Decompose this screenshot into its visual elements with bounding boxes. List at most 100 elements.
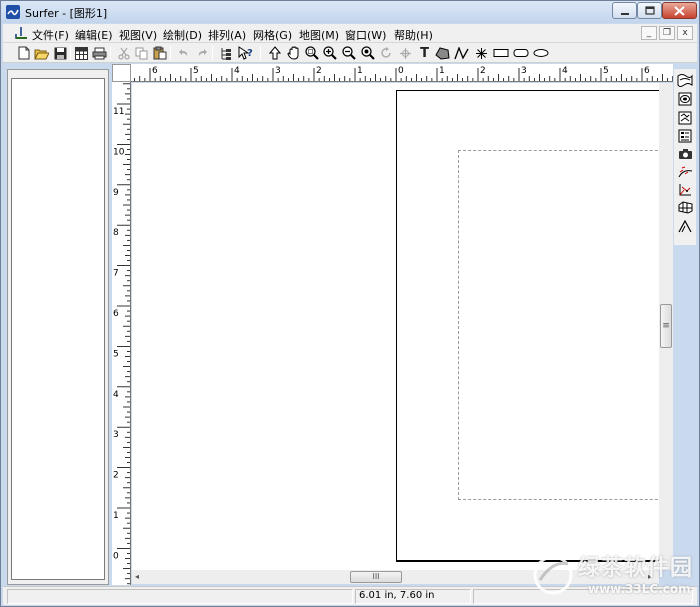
polyline-icon[interactable] xyxy=(453,45,470,61)
cut-icon[interactable] xyxy=(115,45,132,61)
menu-grid[interactable]: 网格(G) xyxy=(253,27,292,43)
document-icon[interactable] xyxy=(13,26,29,41)
mdi-minimize-button[interactable]: _ xyxy=(641,26,657,40)
zoom-out-icon[interactable] xyxy=(340,45,357,61)
object-manager-panel xyxy=(7,69,109,585)
pan-icon[interactable] xyxy=(285,45,302,61)
ruler-label: 7 xyxy=(113,269,119,279)
ruler-label: 11 xyxy=(113,107,124,117)
ruler-label: 2 xyxy=(480,66,486,76)
status-message-cell xyxy=(7,589,353,604)
print-icon[interactable] xyxy=(91,45,108,61)
horizontal-scrollbar[interactable]: ◂ III ▸ xyxy=(132,570,659,584)
base-map-icon[interactable] xyxy=(677,146,693,161)
minimize-button[interactable] xyxy=(612,2,637,19)
select-icon[interactable] xyxy=(266,45,283,61)
ruler-label: 1 xyxy=(439,66,445,76)
reshape-icon[interactable] xyxy=(397,45,414,61)
ruler-label: 6 xyxy=(152,66,158,76)
title-bar: Surfer - [图形1] xyxy=(1,1,699,23)
ruler-label: 3 xyxy=(275,66,281,76)
ruler-label: 5 xyxy=(603,66,609,76)
3d-surface-icon[interactable] xyxy=(677,182,693,197)
undo-icon[interactable] xyxy=(175,45,192,61)
shaded-relief-icon[interactable] xyxy=(677,110,693,125)
variogram-icon[interactable] xyxy=(677,218,693,233)
window-title: Surfer - [图形1] xyxy=(25,7,108,20)
menu-draw[interactable]: 绘制(D) xyxy=(163,27,202,43)
contour-map-icon[interactable] xyxy=(677,72,693,87)
vertical-scroll-thumb[interactable]: ≡ xyxy=(660,304,672,348)
scroll-right-arrow[interactable]: ▸ xyxy=(648,572,652,581)
ruler-label: 1 xyxy=(357,66,363,76)
svg-text:?: ? xyxy=(247,48,253,59)
ruler-corner xyxy=(112,64,131,82)
symbol-icon[interactable] xyxy=(473,45,490,61)
open-icon[interactable] xyxy=(33,45,50,61)
maximize-button[interactable] xyxy=(637,2,662,19)
ruler-label: 2 xyxy=(113,471,119,481)
object-manager-icon[interactable] xyxy=(218,45,235,61)
horizontal-ruler: 6 5 4 3 2 1 0 1 2 3 4 5 6 xyxy=(131,64,673,82)
polygon-icon[interactable] xyxy=(434,45,451,61)
ruler-label: 9 xyxy=(113,188,119,198)
paste-icon[interactable] xyxy=(151,45,168,61)
mdi-restore-button[interactable]: ❐ xyxy=(659,26,675,40)
ruler-label: 6 xyxy=(644,66,650,76)
ruler-label: 4 xyxy=(113,390,119,400)
mdi-close-button[interactable]: x xyxy=(677,26,693,40)
horizontal-scroll-thumb[interactable]: III xyxy=(350,571,402,583)
vertical-ruler-ticks: 11109876543210 xyxy=(113,83,130,585)
text-icon[interactable]: T xyxy=(416,45,433,61)
cursor-coordinates: 6.01 in, 7.60 in xyxy=(359,590,435,601)
status-bar: 6.01 in, 7.60 in xyxy=(3,586,697,605)
menu-map[interactable]: 地图(M) xyxy=(299,27,339,43)
toolbar-separator xyxy=(170,46,171,60)
ruler-label: 6 xyxy=(113,309,119,319)
vector-map-icon[interactable] xyxy=(677,164,693,179)
menu-bar: 文件(F) 编辑(E) 视图(V) 绘制(D) 排列(A) 网格(G) 地图(M… xyxy=(3,24,697,43)
zoom-fit-icon[interactable] xyxy=(359,45,376,61)
ruler-label: 3 xyxy=(521,66,527,76)
ruler-label: 0 xyxy=(398,66,404,76)
vertical-ruler: 11 10 9 8 7 6 5 4 3 2 1 0 xyxy=(112,82,131,585)
text-tool-label: T xyxy=(420,45,429,61)
scroll-left-arrow[interactable]: ◂ xyxy=(135,572,139,581)
ruler-label: 4 xyxy=(234,66,240,76)
menu-edit[interactable]: 编辑(E) xyxy=(75,27,113,43)
map-toolbar xyxy=(674,69,696,245)
rounded-rectangle-icon[interactable] xyxy=(512,45,529,61)
ruler-label: 2 xyxy=(316,66,322,76)
save-icon[interactable] xyxy=(52,45,69,61)
3d-wireframe-icon[interactable] xyxy=(677,200,693,215)
object-manager-tree[interactable] xyxy=(11,78,105,580)
menu-arrange[interactable]: 排列(A) xyxy=(208,27,246,43)
vertical-scrollbar[interactable]: ≡ xyxy=(659,83,673,570)
menu-window[interactable]: 窗口(W) xyxy=(345,27,386,43)
redo-icon[interactable] xyxy=(193,45,210,61)
horizontal-ruler-ticks: 6 5 4 3 2 1 0 1 2 3 4 5 6 xyxy=(134,66,673,81)
ellipse-icon[interactable] xyxy=(532,45,549,61)
close-button[interactable] xyxy=(662,2,697,19)
post-map-icon[interactable] xyxy=(677,128,693,143)
surfer-app-icon[interactable] xyxy=(6,5,20,19)
ruler-label: 10 xyxy=(113,147,125,157)
toolbar-separator xyxy=(212,46,213,60)
close-icon xyxy=(674,5,685,16)
new-icon[interactable] xyxy=(15,45,32,61)
menu-help[interactable]: 帮助(H) xyxy=(394,27,433,43)
whats-this-icon[interactable]: ? xyxy=(237,45,254,61)
ruler-label: 4 xyxy=(562,66,568,76)
zoom-in-rect-icon[interactable] xyxy=(303,45,320,61)
menu-file[interactable]: 文件(F) xyxy=(32,27,69,43)
rotate-icon[interactable] xyxy=(378,45,395,61)
image-map-icon[interactable] xyxy=(677,91,693,106)
plot-canvas[interactable] xyxy=(132,83,659,570)
toolbar-separator xyxy=(110,46,111,60)
worksheet-icon[interactable] xyxy=(73,45,90,61)
rectangle-icon[interactable] xyxy=(492,45,509,61)
menu-view[interactable]: 视图(V) xyxy=(119,27,157,43)
zoom-in-icon[interactable] xyxy=(321,45,338,61)
copy-icon[interactable] xyxy=(133,45,150,61)
ruler-label: 8 xyxy=(113,228,119,238)
